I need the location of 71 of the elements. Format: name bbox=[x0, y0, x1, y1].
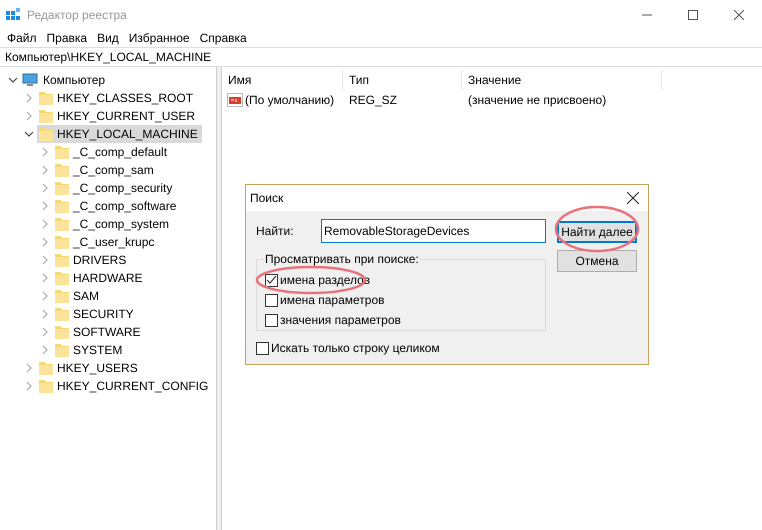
folder-icon bbox=[54, 144, 70, 160]
tree-item[interactable]: HARDWARE bbox=[53, 269, 147, 287]
tree-item[interactable]: HKEY_CURRENT_USER bbox=[37, 107, 200, 125]
checkbox-option[interactable]: имена разделов bbox=[265, 273, 545, 287]
tree-item[interactable]: SAM bbox=[53, 287, 104, 305]
dialog-button[interactable]: Отмена bbox=[557, 250, 637, 272]
tree-item[interactable]: HKEY_LOCAL_MACHINE bbox=[37, 125, 202, 143]
table-cell-text: (значение не присвоено) bbox=[467, 92, 606, 109]
table-cell-text: REG_SZ bbox=[348, 92, 398, 109]
find-field[interactable]: RemovableStorageDevices bbox=[321, 219, 546, 243]
menu-item[interactable]: Правка bbox=[42, 29, 92, 47]
address-text: Компьютер\HKEY_LOCAL_MACHINE bbox=[5, 49, 212, 66]
folder-icon bbox=[54, 252, 70, 268]
checkbox-option[interactable]: имена параметров bbox=[265, 293, 545, 307]
tree-item[interactable]: _C_user_krupc bbox=[53, 233, 158, 251]
string-value-icon bbox=[227, 92, 243, 108]
checkbox[interactable] bbox=[265, 294, 278, 306]
computer-icon bbox=[22, 72, 38, 88]
window-title: Редактор реестра bbox=[27, 7, 127, 24]
folder-icon bbox=[54, 180, 70, 196]
folder-icon bbox=[54, 306, 70, 322]
folder-icon bbox=[54, 162, 70, 178]
folder-icon bbox=[38, 90, 54, 106]
tree-item[interactable]: DRIVERS bbox=[53, 251, 130, 269]
tree-item[interactable]: SECURITY bbox=[53, 305, 138, 323]
address-field[interactable]: Компьютер\HKEY_LOCAL_MACHINE bbox=[0, 47, 762, 67]
menu-item[interactable]: Избранное bbox=[124, 29, 195, 47]
registry-icon bbox=[5, 7, 21, 23]
menu-item[interactable]: Вид bbox=[92, 29, 124, 47]
dialog-title: Поиск bbox=[250, 190, 284, 207]
tree-item[interactable]: SYSTEM bbox=[53, 341, 126, 359]
folder-icon bbox=[38, 360, 54, 376]
tree-item[interactable]: SOFTWARE bbox=[53, 323, 145, 341]
menu-item[interactable]: Файл bbox=[2, 29, 42, 47]
tree-item[interactable]: HKEY_USERS bbox=[37, 359, 142, 377]
close-icon bbox=[734, 10, 744, 20]
folder-icon bbox=[54, 270, 70, 286]
menu-item[interactable]: Справка bbox=[194, 29, 252, 47]
close-icon bbox=[627, 192, 639, 204]
folder-icon bbox=[54, 288, 70, 304]
table-cell-text: (По умолчанию) bbox=[245, 92, 334, 109]
folder-icon bbox=[38, 378, 54, 394]
checkbox[interactable] bbox=[265, 274, 278, 286]
tree-item[interactable]: _C_comp_security bbox=[53, 179, 176, 197]
folder-icon bbox=[38, 126, 54, 142]
tree-item[interactable]: Компьютер bbox=[21, 71, 110, 89]
checkbox-option[interactable]: Искать только строку целиком bbox=[256, 341, 546, 355]
close-button[interactable] bbox=[626, 191, 640, 205]
folder-icon bbox=[54, 324, 70, 340]
column-header[interactable]: Имя bbox=[222, 70, 343, 90]
dialog-button[interactable]: Найти далее bbox=[557, 221, 637, 243]
tree-item[interactable]: _C_comp_software bbox=[53, 197, 180, 215]
maximize-icon bbox=[688, 10, 698, 20]
tree-item[interactable]: _C_comp_system bbox=[53, 215, 174, 233]
folder-icon bbox=[54, 234, 70, 250]
column-header[interactable]: Тип bbox=[343, 70, 462, 90]
folder-icon bbox=[54, 342, 70, 358]
checkbox[interactable] bbox=[265, 314, 278, 326]
folder-icon bbox=[54, 216, 70, 232]
tree-item[interactable]: HKEY_CURRENT_CONFIG bbox=[37, 377, 212, 395]
find-label: Найти: bbox=[256, 223, 295, 240]
checkbox[interactable] bbox=[256, 342, 269, 354]
tree-item[interactable]: _C_comp_sam bbox=[53, 161, 158, 179]
folder-icon bbox=[38, 108, 54, 124]
group-title: Просматривать при поиске: bbox=[264, 252, 420, 266]
checkbox-option[interactable]: значения параметров bbox=[265, 313, 545, 327]
tree-item[interactable]: HKEY_CLASSES_ROOT bbox=[37, 89, 198, 107]
checkmark-icon bbox=[266, 275, 277, 285]
folder-icon bbox=[54, 198, 70, 214]
column-header[interactable]: Значение bbox=[462, 70, 662, 90]
tree-item[interactable]: _C_comp_default bbox=[53, 143, 172, 161]
